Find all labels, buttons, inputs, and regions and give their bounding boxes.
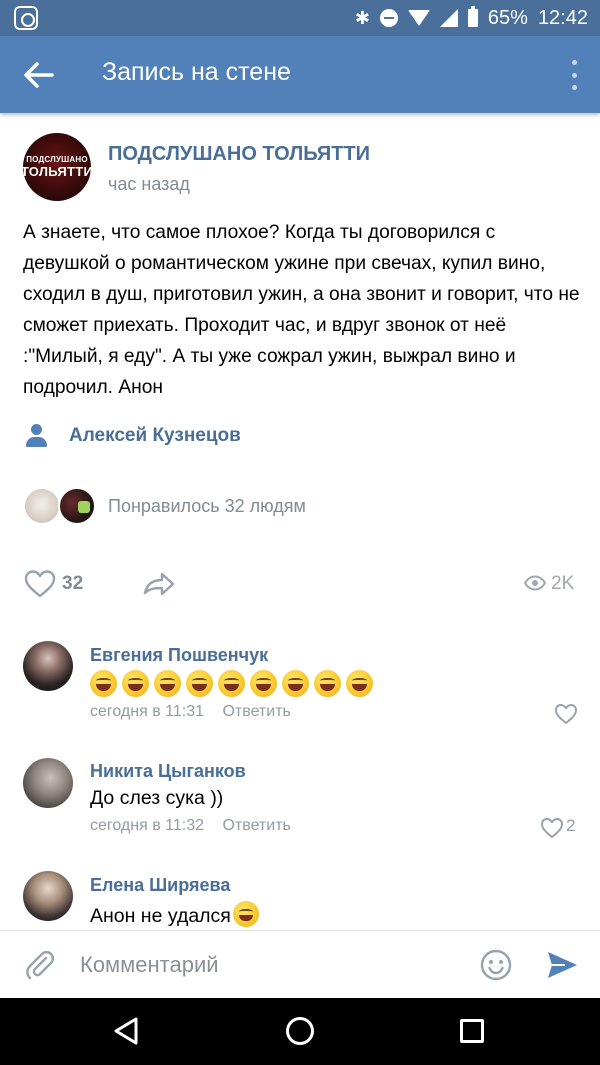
status-bar: ✱ 65% 12:42 — [0, 0, 600, 36]
like-heart-icon[interactable] — [24, 569, 56, 599]
system-navigation-bar — [0, 998, 600, 1065]
send-icon[interactable] — [545, 949, 579, 981]
comment-meta: сегодня в 11:32 Ответить — [90, 817, 291, 835]
commenter-avatar[interactable] — [23, 641, 73, 691]
rolling-laughing-emoji-icon — [154, 670, 181, 697]
page-title: Запись на стене — [102, 58, 291, 86]
comment-meta: сегодня в 11:31 Ответить — [90, 703, 291, 721]
app-bar: Запись на стене — [0, 36, 600, 113]
signer-name[interactable]: Алексей Кузнецов — [69, 425, 241, 447]
liker-avatar — [23, 487, 61, 525]
rolling-laughing-emoji-icon — [218, 670, 245, 697]
smiley-icon[interactable] — [480, 949, 512, 981]
back-arrow-icon[interactable] — [22, 60, 54, 90]
rolling-laughing-emoji-icon — [122, 670, 149, 697]
wifi-icon — [407, 10, 430, 26]
views-count: 2K — [551, 573, 575, 594]
post-signer[interactable]: Алексей Кузнецов — [23, 423, 241, 449]
reply-button[interactable]: Ответить — [222, 817, 290, 834]
comment-time: сегодня в 11:31 — [90, 703, 205, 720]
avatar-text-line1: ПОДСЛУШАНО — [26, 155, 88, 164]
status-icons: ✱ 65% 12:42 — [355, 0, 588, 36]
commenter-name[interactable]: Никита Цыганков — [90, 761, 246, 782]
comment-emoji-row — [90, 670, 373, 697]
nav-recents-icon[interactable] — [460, 1019, 484, 1043]
avatar-text-line2: ТОЛЬЯТТИ — [23, 164, 91, 179]
comment-input[interactable] — [80, 949, 460, 981]
battery-icon — [467, 6, 478, 27]
rolling-laughing-emoji-icon — [346, 670, 373, 697]
comment-like-count: 2 — [566, 816, 576, 835]
cell-signal-icon — [439, 9, 458, 27]
clock: 12:42 — [537, 6, 588, 29]
rolling-laughing-emoji-icon — [90, 670, 117, 697]
app-notification-icon — [14, 6, 38, 30]
commenter-avatar[interactable] — [23, 871, 73, 921]
rolling-laughing-emoji-icon — [282, 670, 309, 697]
post-author[interactable]: ПОДСЛУШАНО ТОЛЬЯТТИ — [108, 143, 370, 166]
community-avatar[interactable]: ПОДСЛУШАНО ТОЛЬЯТТИ — [23, 133, 91, 201]
comment-text: Анон не удался — [90, 905, 231, 927]
battery-percent: 65% — [487, 6, 528, 29]
paperclip-icon[interactable] — [24, 949, 56, 981]
bluetooth-icon: ✱ — [354, 8, 370, 28]
comment-text-line: Анон не удался — [90, 901, 259, 928]
views-eye-icon — [524, 575, 546, 591]
likers-row[interactable]: Понравилось 32 людям — [23, 487, 306, 525]
comment-like-heart-icon[interactable] — [540, 817, 564, 839]
rolling-laughing-emoji-icon — [314, 670, 341, 697]
rolling-laughing-emoji-icon — [186, 670, 213, 697]
rolling-laughing-emoji-icon — [250, 670, 277, 697]
reply-button[interactable]: Ответить — [222, 703, 290, 720]
comment-like-heart-icon[interactable] — [554, 703, 578, 725]
comment-composer — [0, 930, 600, 998]
commenter-name[interactable]: Евгения Пошвенчук — [90, 645, 268, 666]
likers-text[interactable]: Понравилось 32 людям — [108, 496, 306, 517]
post-time: час назад — [108, 174, 190, 194]
do-not-disturb-icon — [379, 9, 398, 27]
liker-avatar — [58, 487, 96, 525]
share-arrow-icon[interactable] — [142, 569, 176, 599]
like-count: 32 — [62, 573, 84, 594]
laughing-emoji-icon — [232, 901, 259, 927]
post-actions: 32 2K — [0, 566, 600, 606]
person-icon — [23, 423, 51, 449]
post-text: А знаете, что самое плохое? Когда ты дог… — [23, 222, 580, 398]
nav-back-icon[interactable] — [112, 1016, 142, 1046]
comment-text: До слез сука )) — [90, 787, 224, 809]
commenter-name[interactable]: Елена Ширяева — [90, 875, 230, 896]
commenter-avatar[interactable] — [23, 758, 73, 808]
comment-time: сегодня в 11:32 — [90, 817, 205, 834]
more-options-icon[interactable] — [572, 60, 578, 90]
nav-home-icon[interactable] — [286, 1017, 314, 1045]
